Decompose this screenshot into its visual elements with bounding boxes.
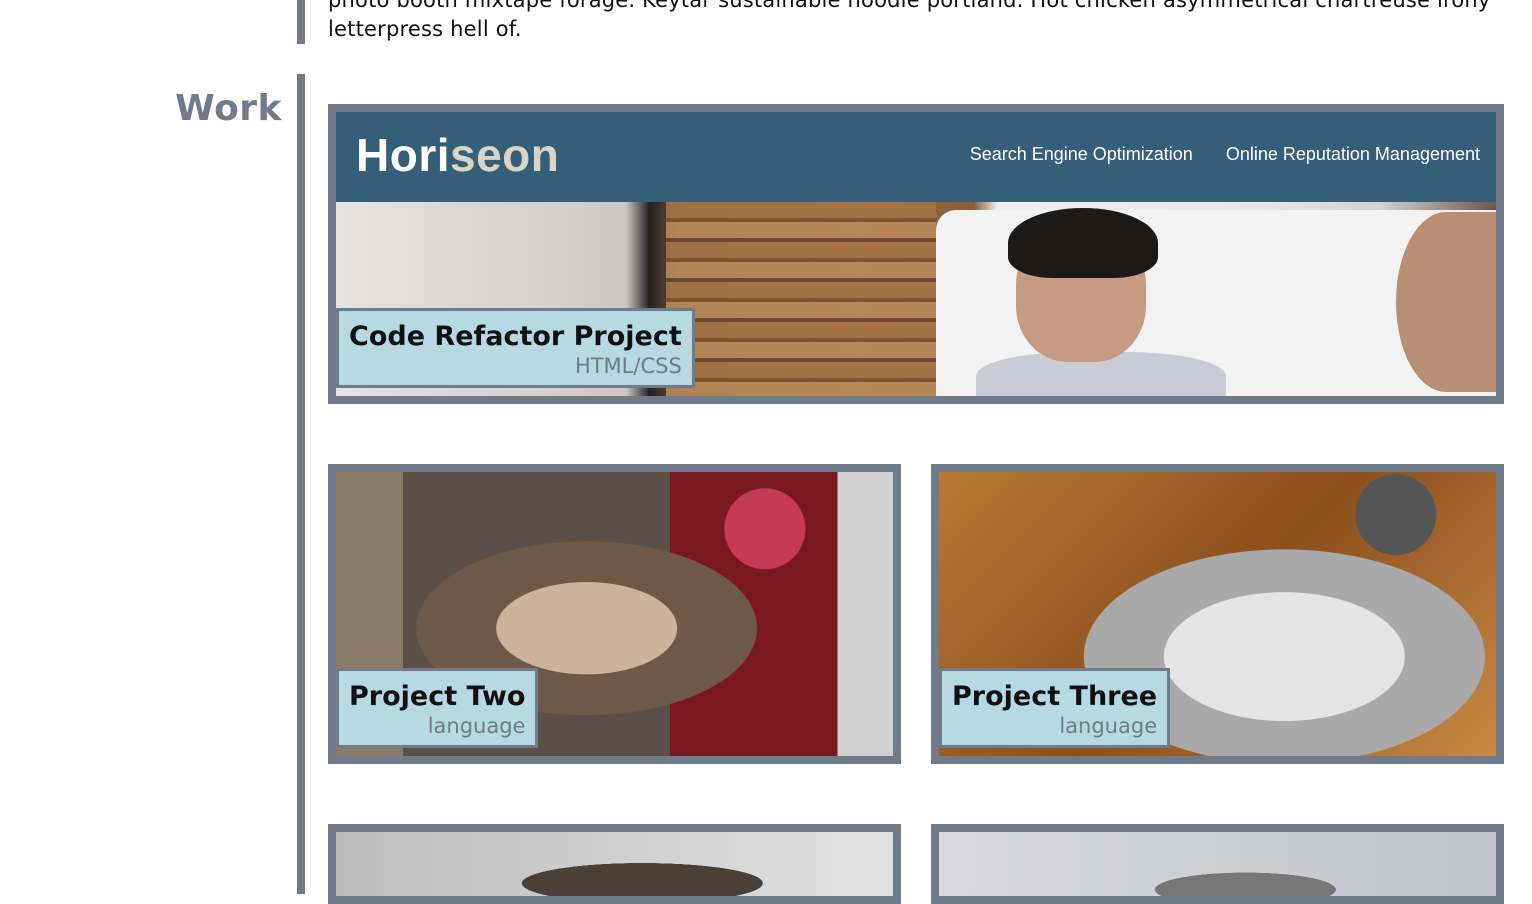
project-label: Project Two language	[336, 668, 539, 748]
horiseon-nav-item: Online Reputation Management	[1225, 144, 1480, 164]
horiseon-header: Horiseon Search Engine Optimization Onli…	[336, 112, 1496, 202]
project-card[interactable]: Project Three language	[931, 464, 1504, 764]
project-language: language	[427, 714, 526, 738]
kitten-image	[939, 832, 1496, 896]
project-title: Project Two	[349, 681, 526, 712]
project-label: Project Three language	[939, 668, 1171, 748]
work-section-title: Work	[175, 88, 282, 129]
about-section-border	[297, 0, 305, 44]
project-title: Code Refactor Project	[349, 321, 682, 352]
project-card[interactable]	[931, 824, 1504, 904]
project-language: language	[1059, 714, 1158, 738]
horiseon-logo: Horiseon	[356, 129, 560, 181]
horiseon-nav: Search Engine Optimization Online Reputa…	[942, 144, 1480, 165]
project-card[interactable]	[328, 824, 901, 904]
about-text: photo booth mixtape forage. Keytar susta…	[328, 0, 1491, 41]
project-title: Project Three	[952, 681, 1158, 712]
horiseon-nav-item: Search Engine Optimization	[969, 144, 1193, 164]
project-card[interactable]: Project Two language	[328, 464, 901, 764]
work-section-border	[297, 74, 305, 894]
kitten-image	[336, 832, 893, 896]
featured-project-card[interactable]: Horiseon Search Engine Optimization Onli…	[328, 104, 1504, 404]
featured-project-label: Code Refactor Project HTML/CSS	[336, 308, 695, 388]
project-language: HTML/CSS	[574, 354, 682, 378]
